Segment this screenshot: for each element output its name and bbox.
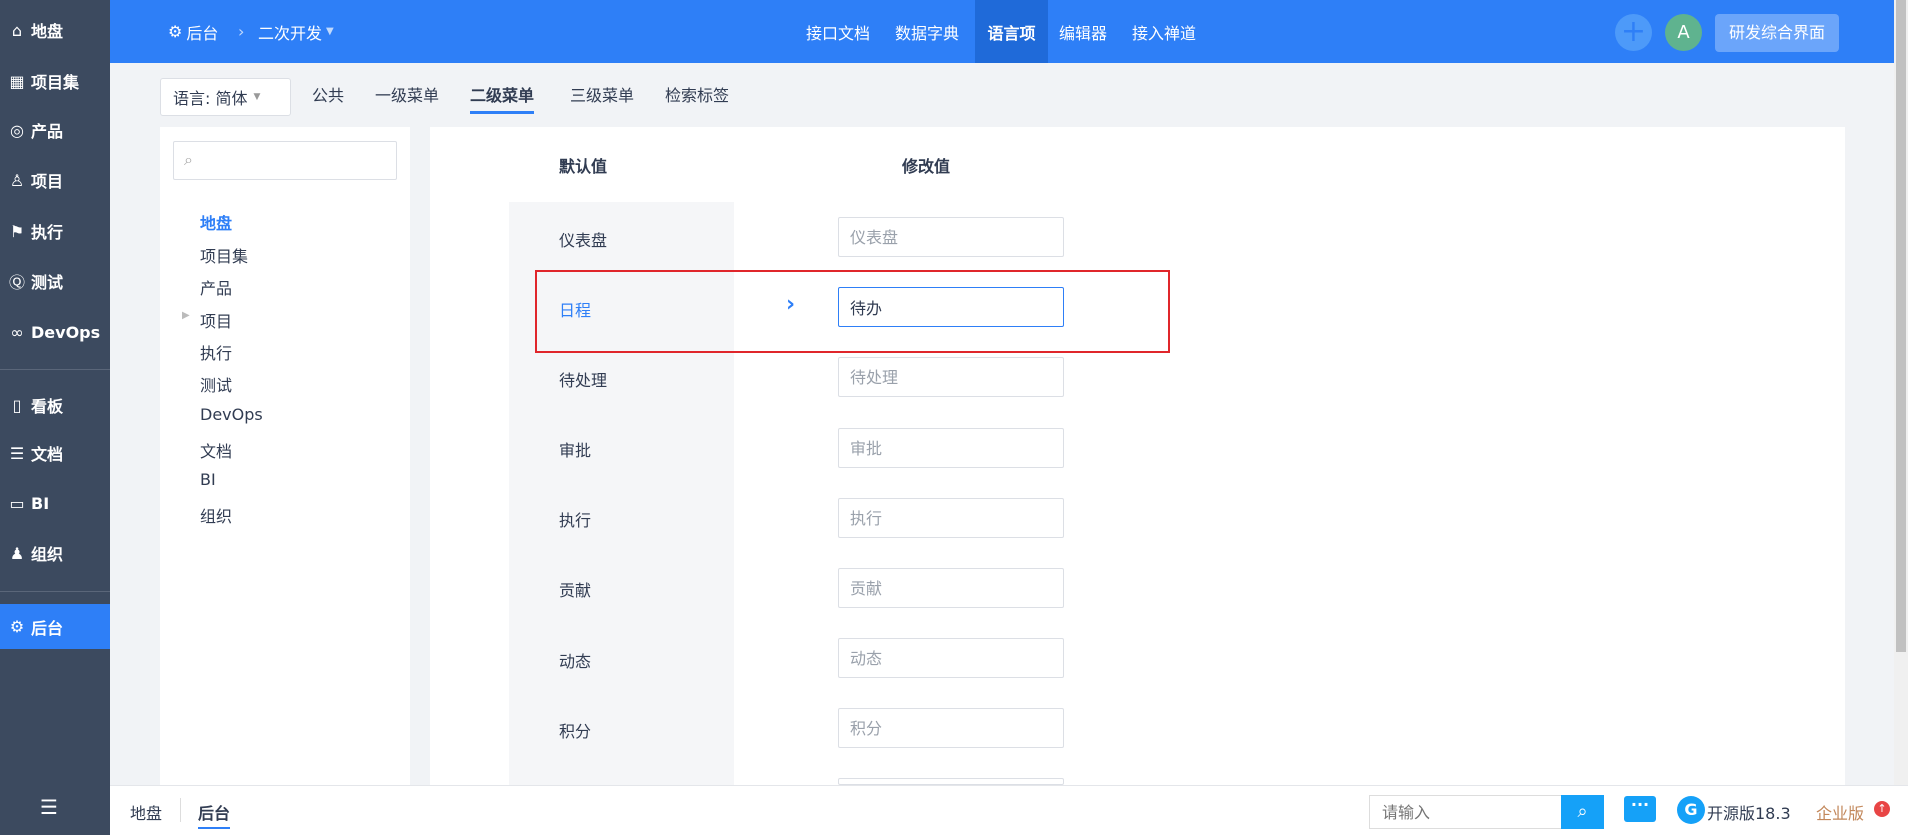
row-default-label: 贡献 [559,581,592,600]
row-value-input[interactable] [838,498,1064,538]
scrollbar-thumb[interactable] [1896,0,1906,652]
footer-search-button[interactable]: ⌕ [1561,795,1604,829]
sidebar-item-project[interactable]: ♙ 项目 [0,158,110,202]
row-value-input[interactable] [838,357,1064,397]
highlight-annotation-box [535,270,1170,353]
caret-down-icon: ▼ [253,92,261,102]
row-default-label: 积分 [559,722,592,741]
breadcrumb-separator-icon: › [238,22,245,41]
tab-second-menu[interactable]: 二级菜单 [470,82,535,114]
sidebar-divider [0,591,110,592]
tab-first-menu[interactable]: 一级菜单 [375,82,439,106]
collapse-menu-icon[interactable]: ☰ [40,795,58,819]
rocket-icon: ♙ [9,170,25,190]
footer-crumb-dashboard[interactable]: 地盘 [130,800,162,824]
module-tree-panel: ⌕ 地盘 项目集 产品 ▶ 项目 执行 测试 DevOps 文档 BI 组织 [160,127,410,785]
language-select[interactable]: 语言: 简体 ▼ [160,78,291,116]
user-avatar[interactable]: A [1665,14,1702,51]
tree-item[interactable]: DevOps [200,405,263,424]
row-default-label: 待处理 [559,371,608,390]
tab-third-menu[interactable]: 三级菜单 [570,82,634,106]
version-label[interactable]: 开源版18.3 [1707,800,1791,824]
row-default-label: 执行 [559,511,592,530]
tree-search-input[interactable]: ⌕ [173,141,397,180]
row-value-input[interactable] [838,638,1064,678]
nav-data-dictionary[interactable]: 数据字典 [883,0,971,63]
tree-item[interactable]: 地盘 [200,210,232,234]
tree-item[interactable]: 项目集 [200,243,248,267]
tree-item[interactable]: 产品 [200,275,232,299]
breadcrumb-current-dropdown[interactable]: 二次开发 ▼ [258,0,334,63]
sidebar-item-product[interactable]: ◎ 产品 [0,108,110,152]
bulb-icon: ◎ [10,120,24,140]
row-value-input[interactable] [838,217,1064,257]
zentao-logo-icon: G [1677,796,1705,824]
row-default-label: 仪表盘 [559,231,608,250]
tree-item[interactable]: 执行 [200,340,232,364]
nav-language-items[interactable]: 语言项 [975,0,1048,63]
sidebar-item-execution[interactable]: ⚑ 执行 [0,209,110,253]
gear-icon: ⚙ [9,617,25,636]
caret-down-icon: ▼ [326,26,334,37]
footer-crumb-admin[interactable]: 后台 [198,800,231,829]
column-header-modified: 修改值 [902,157,951,176]
bug-icon: Ⓠ [8,273,25,292]
expand-caret-icon[interactable]: ▶ [182,310,190,321]
tree-item[interactable]: 测试 [200,372,232,396]
upgrade-arrow-icon: ↑ [1874,801,1890,817]
footer-divider [180,798,181,822]
sidebar-divider [0,369,110,370]
sidebar-item-test[interactable]: Ⓠ 测试 [0,259,110,303]
row-value-input[interactable] [838,568,1064,608]
nav-editor[interactable]: 编辑器 [1047,0,1119,63]
people-icon: ♟ [9,543,25,563]
sidebar: ⌂ 地盘 ▦ 项目集 ◎ 产品 ♙ 项目 ⚑ 执行 Ⓠ 测试 ∞ DevOps ▯ 看板 ☰ 文档… [0,0,110,835]
search-icon: ⌕ [184,150,193,169]
chart-icon: ▭ [9,493,25,513]
nav-api-docs[interactable]: 接口文档 [794,0,882,63]
sidebar-item-program[interactable]: ▦ 项目集 [0,59,110,103]
sidebar-item-devops[interactable]: ∞ DevOps [0,310,110,354]
kanban-icon: ▯ [12,395,22,415]
grid-icon: ▦ [9,71,25,91]
page-scrollbar[interactable] [1894,0,1908,785]
sidebar-item-doc[interactable]: ☰ 文档 [0,431,110,475]
tab-common[interactable]: 公共 [312,82,344,106]
home-icon: ⌂ [11,20,23,40]
sidebar-item-admin[interactable]: ⚙ 后台 [0,604,110,649]
row-default-label: 动态 [559,652,592,671]
workspace-switch-button[interactable]: 研发综合界面 [1715,14,1839,52]
breadcrumb-admin[interactable]: ⚙ 后台 [168,0,218,63]
top-bar: ⚙ 后台 › 二次开发 ▼ 接口文档 数据字典 语言项 编辑器 接入禅道 + A 研… [110,0,1894,63]
row-value-input[interactable] [838,428,1064,468]
language-items-panel: 默认值 修改值 [430,127,1845,785]
sidebar-item-kanban[interactable]: ▯ 看板 [0,383,110,427]
row-value-input[interactable] [838,778,1064,785]
sidebar-item-dashboard[interactable]: ⌂ 地盘 [0,8,110,52]
search-icon: ⌕ [1577,801,1588,822]
tree-item[interactable]: 文档 [200,438,232,462]
tree-item[interactable]: 组织 [200,503,232,527]
doc-icon: ☰ [9,443,25,463]
gear-icon: ⚙ [168,22,183,41]
enterprise-link[interactable]: 企业版 [1816,800,1864,824]
row-default-label: 审批 [559,441,592,460]
chat-icon[interactable]: ··· [1624,796,1656,822]
tree-item[interactable]: 项目 [200,308,232,332]
row-value-input[interactable] [838,708,1064,748]
infinity-icon: ∞ [10,322,24,342]
sidebar-item-bi[interactable]: ▭ BI [0,481,110,525]
run-icon: ⚑ [9,221,25,241]
tree-item[interactable]: BI [200,470,216,489]
nav-connect-zentao[interactable]: 接入禅道 [1120,0,1208,63]
column-header-default: 默认值 [559,157,608,176]
create-plus-button[interactable]: + [1615,14,1652,51]
sidebar-item-org[interactable]: ♟ 组织 [0,531,110,575]
footer-search-input[interactable] [1369,795,1563,829]
tab-search-tags[interactable]: 检索标签 [665,82,729,106]
bottom-bar: 地盘 后台 ⌕ ··· G 开源版18.3 企业版 ↑ [110,785,1908,835]
